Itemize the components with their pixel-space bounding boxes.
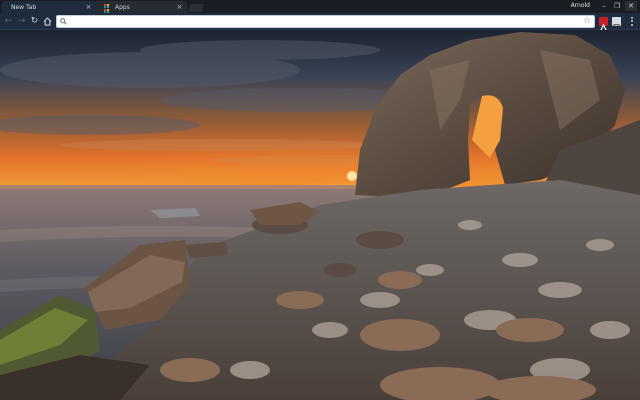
search-icon (60, 18, 67, 25)
tab-strip: New Tab × Apps × Arnold – ❐ ✕ (0, 0, 640, 16)
apps-grid-icon (104, 3, 111, 16)
profile-button[interactable]: Arnold (568, 1, 593, 11)
close-icon[interactable]: × (176, 3, 183, 11)
close-icon[interactable]: × (85, 3, 92, 11)
maximize-icon[interactable]: ❐ (611, 1, 623, 11)
extension-icon[interactable] (599, 17, 608, 31)
address-input[interactable] (69, 16, 569, 27)
window-close-icon[interactable]: ✕ (625, 1, 637, 11)
new-tab-button[interactable] (187, 4, 205, 12)
tab-new-tab[interactable]: New Tab × (2, 1, 96, 13)
background-wallpaper (0, 30, 640, 400)
tab-label: New Tab (11, 3, 37, 11)
address-bar[interactable]: ☆ (56, 15, 595, 28)
reload-icon[interactable]: ↻ (29, 16, 40, 27)
minimize-icon[interactable]: – (598, 1, 610, 11)
extension-icon[interactable] (612, 17, 621, 31)
tab-label: Apps (115, 3, 130, 11)
home-icon[interactable] (42, 16, 53, 27)
tab-apps[interactable]: Apps × (95, 1, 187, 16)
more-vertical-icon[interactable] (628, 16, 636, 27)
browser-toolbar: ← → ↻ ☆ (0, 13, 640, 31)
star-icon[interactable]: ☆ (583, 16, 591, 27)
arrow-right-icon[interactable]: → (16, 16, 27, 27)
arrow-left-icon[interactable]: ← (3, 16, 14, 27)
